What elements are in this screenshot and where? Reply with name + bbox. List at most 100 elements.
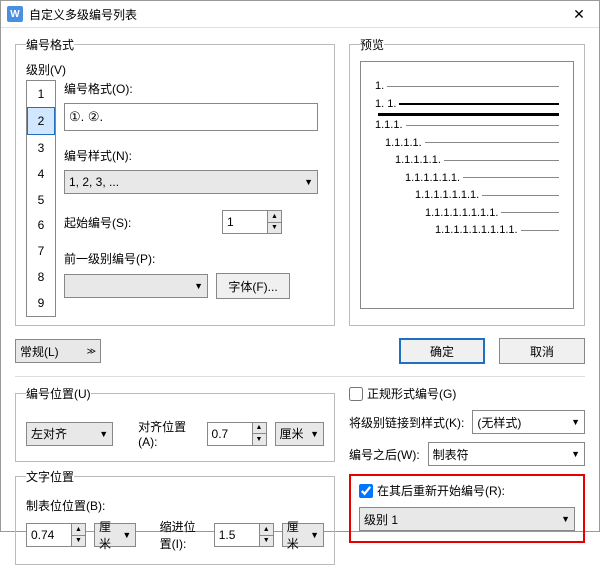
tab-pos-label: 制表位位置(B):	[26, 497, 324, 514]
prev-row: ▼ 字体(F)...	[64, 273, 324, 299]
text-position-group: 文字位置 制表位位置(B): ▲▼ 厘米 ▼ 缩进位置(I):	[15, 468, 335, 565]
format-label: 编号格式(O):	[64, 80, 324, 97]
format-legend: 编号格式	[26, 36, 74, 53]
prev-label: 前一级别编号(P):	[64, 250, 324, 267]
font-button[interactable]: 字体(F)...	[216, 273, 290, 299]
down-icon[interactable]: ▼	[259, 536, 273, 547]
restart-check-input[interactable]	[359, 484, 373, 498]
dialog-body: 编号格式 级别(V) 123456789 编号格式(O): 编号样式(N): 1…	[1, 28, 599, 577]
tab-unit: 厘米	[99, 518, 122, 552]
format-controls: 编号格式(O): 编号样式(N): 1, 2, 3, ... ▼ 起始编号(S)…	[64, 80, 324, 317]
lower-row: 编号位置(U) 左对齐 ▼ 对齐位置(A): ▲▼ 厘米	[15, 385, 585, 565]
align-combo[interactable]: 左对齐 ▼	[26, 422, 113, 446]
preview-legend: 预览	[360, 36, 384, 53]
start-label: 起始编号(S):	[64, 214, 214, 231]
restart-label: 在其后重新开始编号(R):	[377, 482, 505, 499]
level-item-2[interactable]: 2	[27, 107, 55, 135]
formal-label: 正规形式编号(G)	[367, 385, 456, 402]
number-format-group: 编号格式 级别(V) 123456789 编号格式(O): 编号样式(N): 1…	[15, 36, 335, 326]
level-item-9[interactable]: 9	[27, 290, 55, 316]
formal-checkbox[interactable]: 正规形式编号(G)	[349, 385, 585, 402]
level-item-4[interactable]: 4	[27, 161, 55, 187]
chevron-down-icon: ▼	[571, 449, 580, 459]
level-item-7[interactable]: 7	[27, 238, 55, 264]
align-pos-value[interactable]	[208, 423, 252, 445]
preview-line: 1.1.1.	[375, 117, 559, 134]
common-button[interactable]: 常规(L) ≫	[15, 339, 101, 363]
preview-line: 1.1.1.1.1.1.1.1.1.	[375, 222, 559, 239]
formal-check-input[interactable]	[349, 387, 363, 401]
style-combo[interactable]: 1, 2, 3, ... ▼	[64, 170, 318, 194]
separator	[15, 376, 585, 377]
close-icon[interactable]: ✕	[559, 1, 599, 27]
up-icon[interactable]: ▲	[267, 211, 281, 223]
link-label: 将级别链接到样式(K):	[349, 414, 464, 431]
start-spinner[interactable]: ▲▼	[222, 210, 282, 234]
up-icon[interactable]: ▲	[259, 524, 273, 536]
preview-line: 1.1.1.1.1.1.	[375, 170, 559, 187]
titlebar: W 自定义多级编号列表 ✕	[1, 1, 599, 28]
chevron-down-icon: ▼	[310, 429, 319, 439]
link-combo[interactable]: (无样式) ▼	[472, 410, 585, 434]
window-title: 自定义多级编号列表	[29, 6, 559, 23]
level-item-3[interactable]: 3	[27, 135, 55, 161]
level-label: 级别(V)	[26, 61, 324, 78]
link-row: 将级别链接到样式(K): (无样式) ▼	[349, 410, 585, 434]
align-pos-label: 对齐位置(A):	[138, 418, 198, 449]
preview-line: 1. 1.	[375, 96, 559, 113]
chevron-down-icon: ▼	[571, 417, 580, 427]
common-label: 常规(L)	[20, 343, 59, 360]
after-row: 编号之后(W): 制表符 ▼	[349, 442, 585, 466]
number-position-group: 编号位置(U) 左对齐 ▼ 对齐位置(A): ▲▼ 厘米	[15, 385, 335, 462]
indent-label: 缩进位置(I):	[160, 518, 206, 552]
chevron-down-icon: ▼	[194, 281, 203, 291]
preview-line: 1.1.1.1.1.	[375, 152, 559, 169]
start-value[interactable]	[223, 211, 267, 233]
down-icon[interactable]: ▼	[267, 223, 281, 234]
after-combo[interactable]: 制表符 ▼	[428, 442, 585, 466]
align-value: 左对齐	[31, 425, 67, 442]
chevron-down-icon: ▼	[304, 177, 313, 187]
indent-unit: 厘米	[287, 518, 310, 552]
indent-unit-combo[interactable]: 厘米 ▼	[282, 523, 324, 547]
indent-spinner[interactable]: ▲▼	[214, 523, 274, 547]
up-icon[interactable]: ▲	[71, 524, 85, 536]
preview-line: 1.	[375, 78, 559, 95]
up-icon[interactable]: ▲	[252, 423, 266, 435]
preview-line: 1.1.1.1.	[375, 135, 559, 152]
tab-spinner[interactable]: ▲▼	[26, 523, 86, 547]
down-icon[interactable]: ▼	[252, 434, 266, 445]
tab-value[interactable]	[27, 524, 71, 546]
chevron-down-icon: ▼	[99, 429, 108, 439]
ok-button[interactable]: 确定	[399, 338, 485, 364]
dialog-window: W 自定义多级编号列表 ✕ 编号格式 级别(V) 123456789 编号格式(…	[0, 0, 600, 532]
align-pos-spinner[interactable]: ▲▼	[207, 422, 267, 446]
preview-line: 1.1.1.1.1.1.1.	[375, 187, 559, 204]
after-value: 制表符	[433, 446, 469, 463]
num-pos-legend: 编号位置(U)	[26, 385, 91, 402]
restart-value: 级别 1	[364, 511, 398, 528]
style-value: 1, 2, 3, ...	[69, 175, 119, 189]
prev-combo[interactable]: ▼	[64, 274, 208, 298]
level-item-8[interactable]: 8	[27, 264, 55, 290]
restart-combo[interactable]: 级别 1 ▼	[359, 507, 575, 531]
lower-right: 正规形式编号(G) 将级别链接到样式(K): (无样式) ▼ 编号之后(W): …	[349, 385, 585, 565]
preview-line: 1.1.1.1.1.1.1.1.	[375, 205, 559, 222]
restart-checkbox[interactable]: 在其后重新开始编号(R):	[359, 482, 575, 499]
chevron-down-icon: ▼	[561, 514, 570, 524]
align-unit-combo[interactable]: 厘米 ▼	[275, 422, 324, 446]
top-row: 编号格式 级别(V) 123456789 编号格式(O): 编号样式(N): 1…	[15, 36, 585, 326]
cancel-button[interactable]: 取消	[499, 338, 585, 364]
format-input[interactable]	[64, 103, 318, 131]
app-icon: W	[7, 6, 23, 22]
indent-value[interactable]	[215, 524, 259, 546]
after-label: 编号之后(W):	[349, 446, 420, 463]
level-item-1[interactable]: 1	[27, 81, 55, 107]
level-item-6[interactable]: 6	[27, 212, 55, 238]
down-icon[interactable]: ▼	[71, 536, 85, 547]
level-item-5[interactable]: 5	[27, 187, 55, 213]
tab-unit-combo[interactable]: 厘米 ▼	[94, 523, 136, 547]
chevron-icon: ≫	[87, 346, 96, 357]
level-list[interactable]: 123456789	[26, 80, 56, 317]
style-label: 编号样式(N):	[64, 147, 324, 164]
